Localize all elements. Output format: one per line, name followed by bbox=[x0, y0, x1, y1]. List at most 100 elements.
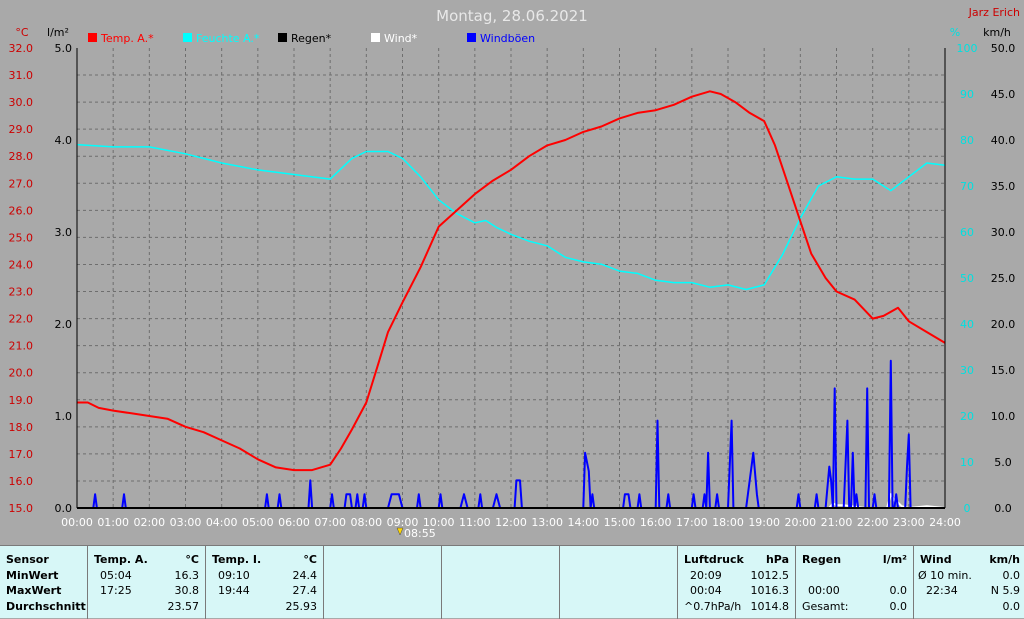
wind-tick-label: 15.0 bbox=[991, 364, 1016, 377]
temp-i-max-value: 27.4 bbox=[292, 584, 318, 597]
wind-tick-label: 40.0 bbox=[991, 134, 1016, 147]
humidity-tick-label: 10 bbox=[960, 456, 974, 469]
temp-tick-label: 17.0 bbox=[9, 448, 34, 461]
humidity-unit-label: % bbox=[950, 26, 960, 39]
humidity-tick-label: 90 bbox=[960, 88, 974, 101]
humidity-tick-label: 50 bbox=[960, 272, 974, 285]
wind-max-time: 22:34 bbox=[926, 584, 958, 597]
temp-tick-label: 21.0 bbox=[9, 340, 34, 353]
stats-table: Sensor MinWert MaxWert Durchschnitt Temp… bbox=[0, 545, 1024, 619]
legend-swatch bbox=[467, 33, 476, 42]
row-label-min: MinWert bbox=[6, 569, 59, 582]
x-tick-label: 07:00 bbox=[314, 516, 346, 529]
temp-tick-label: 28.0 bbox=[9, 150, 34, 163]
x-tick-label: 19:00 bbox=[748, 516, 780, 529]
wind-third-value: 0.0 bbox=[1002, 600, 1021, 613]
x-tick-label: 00:00 bbox=[61, 516, 93, 529]
temp-a-column: Temp. A. °C 05:04 17:25 16.3 30.8 23.57 bbox=[88, 546, 206, 619]
temp-i-max-time: 19:44 bbox=[218, 584, 250, 597]
wind-tick-label: 30.0 bbox=[991, 226, 1016, 239]
wind-tick-label: 0.0 bbox=[994, 502, 1012, 515]
rain-column: Regen l/m² 00:00 Gesamt: 0.0 0.0 bbox=[796, 546, 914, 619]
x-tick-label: 02:00 bbox=[133, 516, 165, 529]
row-label-avg: Durchschnitt bbox=[6, 600, 86, 613]
rain-unit-label: l/m² bbox=[47, 26, 69, 39]
humidity-tick-label: 70 bbox=[960, 180, 974, 193]
wind-tick-label: 20.0 bbox=[991, 318, 1016, 331]
wind-tick-label: 5.0 bbox=[994, 456, 1012, 469]
temp-a-min-time: 05:04 bbox=[100, 569, 132, 582]
x-tick-label: 23:00 bbox=[893, 516, 925, 529]
temp-tick-label: 27.0 bbox=[9, 177, 34, 190]
legend-label: Feuchte A.* bbox=[196, 32, 260, 45]
rain-tick-label: 0.0 bbox=[55, 502, 73, 515]
temp-tick-label: 29.0 bbox=[9, 123, 34, 136]
wind-tick-label: 50.0 bbox=[991, 42, 1016, 55]
rain-total-label: Gesamt: bbox=[802, 600, 849, 613]
pressure-max-value: 1016.3 bbox=[750, 584, 790, 597]
x-axis-ticks: 00:00 01:00 02:00 03:00 04:00 05:00 06:00 07:00… bbox=[61, 516, 961, 529]
x-tick-label: 06:00 bbox=[278, 516, 310, 529]
time-marker: 08:55 bbox=[396, 527, 436, 540]
rain-tick-label: 5.0 bbox=[55, 42, 73, 55]
temp-a-min-value: 16.3 bbox=[174, 569, 200, 582]
weather-chart: 00:00 01:00 02:00 03:00 04:00 05:00 06:00 07:00… bbox=[9, 6, 1021, 540]
x-tick-label: 15:00 bbox=[604, 516, 636, 529]
legend-swatch bbox=[371, 33, 380, 42]
temp-unit-label: °C bbox=[15, 26, 29, 39]
temp-tick-label: 15.0 bbox=[9, 502, 34, 515]
x-tick-label: 18:00 bbox=[712, 516, 744, 529]
temp-a-max-time: 17:25 bbox=[100, 584, 132, 597]
humidity-tick-label: 60 bbox=[960, 226, 974, 239]
temp-tick-label: 18.0 bbox=[9, 421, 34, 434]
x-tick-label: 17:00 bbox=[676, 516, 708, 529]
sensor-column: Sensor MinWert MaxWert Durchschnitt bbox=[0, 546, 88, 619]
wind-max-value: N 5.9 bbox=[990, 584, 1020, 597]
legend-label: Windböen bbox=[480, 32, 535, 45]
pressure-min-time: 20:09 bbox=[690, 569, 722, 582]
pressure-header: Luftdruck bbox=[684, 553, 744, 566]
temp-tick-label: 22.0 bbox=[9, 313, 34, 326]
temp-i-min-time: 09:10 bbox=[218, 569, 250, 582]
temp-i-avg-value: 25.93 bbox=[285, 600, 318, 613]
empty-column-3 bbox=[560, 546, 678, 619]
temp-i-header: Temp. I. bbox=[212, 553, 262, 566]
author-label: Jarz Erich bbox=[968, 6, 1020, 19]
temp-tick-label: 16.0 bbox=[9, 475, 34, 488]
humidity-tick-label: 100 bbox=[957, 42, 978, 55]
rain-tick-label: 4.0 bbox=[55, 134, 73, 147]
temp-tick-label: 30.0 bbox=[9, 96, 34, 109]
humidity-tick-label: 30 bbox=[960, 364, 974, 377]
rain-total-value: 0.0 bbox=[889, 600, 908, 613]
time-marker-label: 08:55 bbox=[404, 527, 436, 540]
temp-i-unit: °C bbox=[303, 553, 317, 566]
wind-unit-label: km/h bbox=[983, 26, 1011, 39]
x-tick-label: 01:00 bbox=[97, 516, 129, 529]
pressure-avg-value: 1014.8 bbox=[750, 600, 790, 613]
pressure-min-value: 1012.5 bbox=[750, 569, 790, 582]
wind-column: Wind km/h Ø 10 min. 22:34 0.0 N 5.9 0.0 bbox=[914, 546, 1024, 619]
legend-swatch bbox=[88, 33, 97, 42]
row-label-max: MaxWert bbox=[6, 584, 62, 597]
temp-tick-label: 26.0 bbox=[9, 204, 34, 217]
wind-avg-value: 0.0 bbox=[1002, 569, 1021, 582]
x-tick-label: 11:00 bbox=[459, 516, 491, 529]
pressure-column: Luftdruck hPa 20:09 00:04 ^0.7hPa/h 1012… bbox=[678, 546, 796, 619]
rain-header: Regen bbox=[802, 553, 842, 566]
humidity-tick-label: 20 bbox=[960, 410, 974, 423]
wind-header: Wind bbox=[920, 553, 952, 566]
rain-tick-label: 1.0 bbox=[55, 410, 73, 423]
x-tick-label: 03:00 bbox=[170, 516, 202, 529]
pressure-unit: hPa bbox=[765, 553, 789, 566]
x-tick-label: 24:00 bbox=[929, 516, 961, 529]
legend-swatch bbox=[183, 33, 192, 42]
legend: Temp. A.* Feuchte A.* Regen* Wind* Windböen bbox=[88, 32, 535, 45]
x-tick-label: 20:00 bbox=[784, 516, 816, 529]
rain-max-value: 0.0 bbox=[889, 584, 908, 597]
x-tick-label: 05:00 bbox=[242, 516, 274, 529]
x-tick-label: 22:00 bbox=[857, 516, 889, 529]
x-tick-label: 08:00 bbox=[350, 516, 382, 529]
legend-label: Wind* bbox=[384, 32, 418, 45]
temp-a-avg-value: 23.57 bbox=[167, 600, 200, 613]
wind-unit: km/h bbox=[989, 553, 1020, 566]
